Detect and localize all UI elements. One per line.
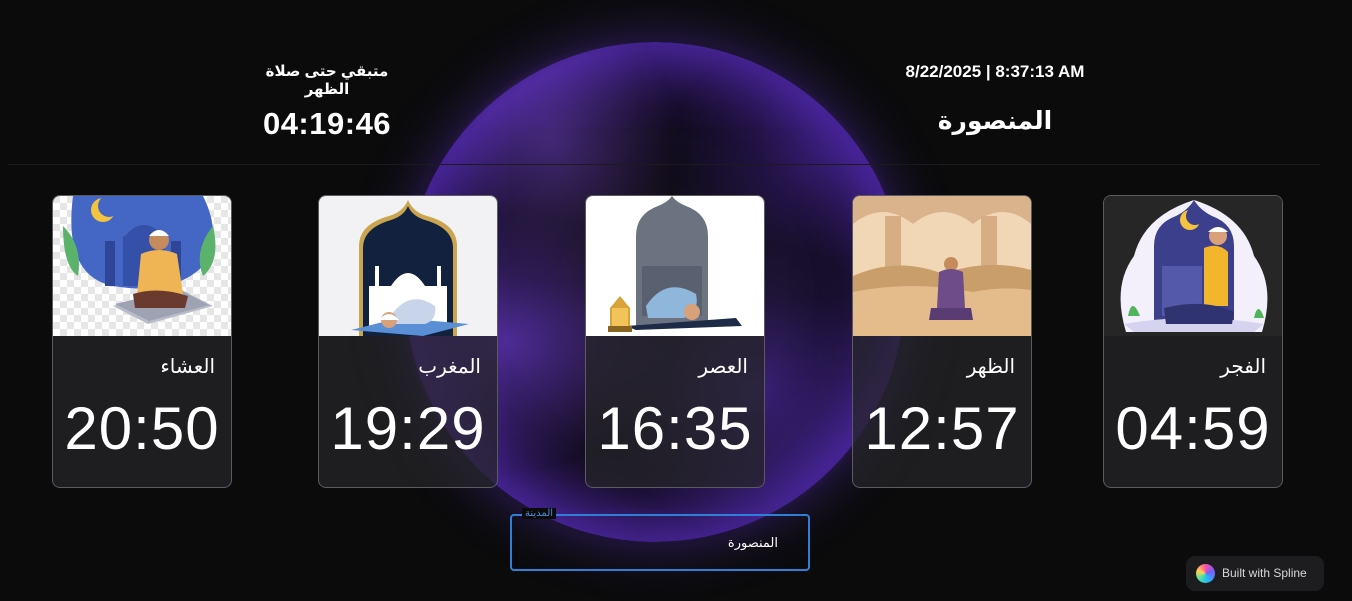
- prayer-name-isha: العشاء: [160, 356, 215, 378]
- prayer-card-asr: العصر 16:35: [585, 195, 765, 488]
- prayer-card-isha: العشاء 20:50: [52, 195, 232, 488]
- prayer-time-dhuhr: 12:57: [864, 395, 1020, 462]
- prayer-name-dhuhr: الظهر: [966, 356, 1015, 378]
- fajr-illustration: [1104, 196, 1282, 336]
- city-select-value[interactable]: المنصورة: [512, 535, 778, 551]
- prayer-time-fajr: 04:59: [1115, 395, 1271, 462]
- prayer-time-isha: 20:50: [64, 395, 220, 462]
- city-select[interactable]: المدينة المنصورة: [510, 508, 810, 571]
- prayer-name-maghrib: المغرب: [418, 356, 481, 378]
- asr-illustration: [586, 196, 764, 336]
- built-with-spline-badge[interactable]: Built with Spline: [1186, 556, 1324, 591]
- prayer-name-asr: العصر: [698, 356, 748, 378]
- prayer-time-maghrib: 19:29: [330, 395, 486, 462]
- countdown-timer: 04:19:46: [262, 106, 392, 141]
- city-select-label: المدينة: [522, 508, 557, 519]
- maghrib-illustration: [319, 196, 497, 336]
- current-datetime: 8/22/2025 | 8:37:13 AM: [905, 62, 1085, 81]
- prayer-card-maghrib: المغرب 19:29: [318, 195, 498, 488]
- prayer-card-dhuhr: الظهر 12:57: [852, 195, 1032, 488]
- spline-badge-label: Built with Spline: [1222, 566, 1307, 580]
- city-title: المنصورة: [937, 107, 1053, 135]
- header-divider: [8, 164, 1320, 165]
- isha-illustration: [53, 196, 231, 336]
- prayer-name-fajr: الفجر: [1220, 356, 1266, 378]
- prayer-card-fajr: الفجر 04:59: [1103, 195, 1283, 488]
- dhuhr-illustration: [853, 196, 1031, 336]
- countdown-label: متبقي حتى صلاة الظهر: [265, 63, 389, 98]
- prayer-time-asr: 16:35: [597, 395, 753, 462]
- spline-logo-icon: [1196, 564, 1215, 583]
